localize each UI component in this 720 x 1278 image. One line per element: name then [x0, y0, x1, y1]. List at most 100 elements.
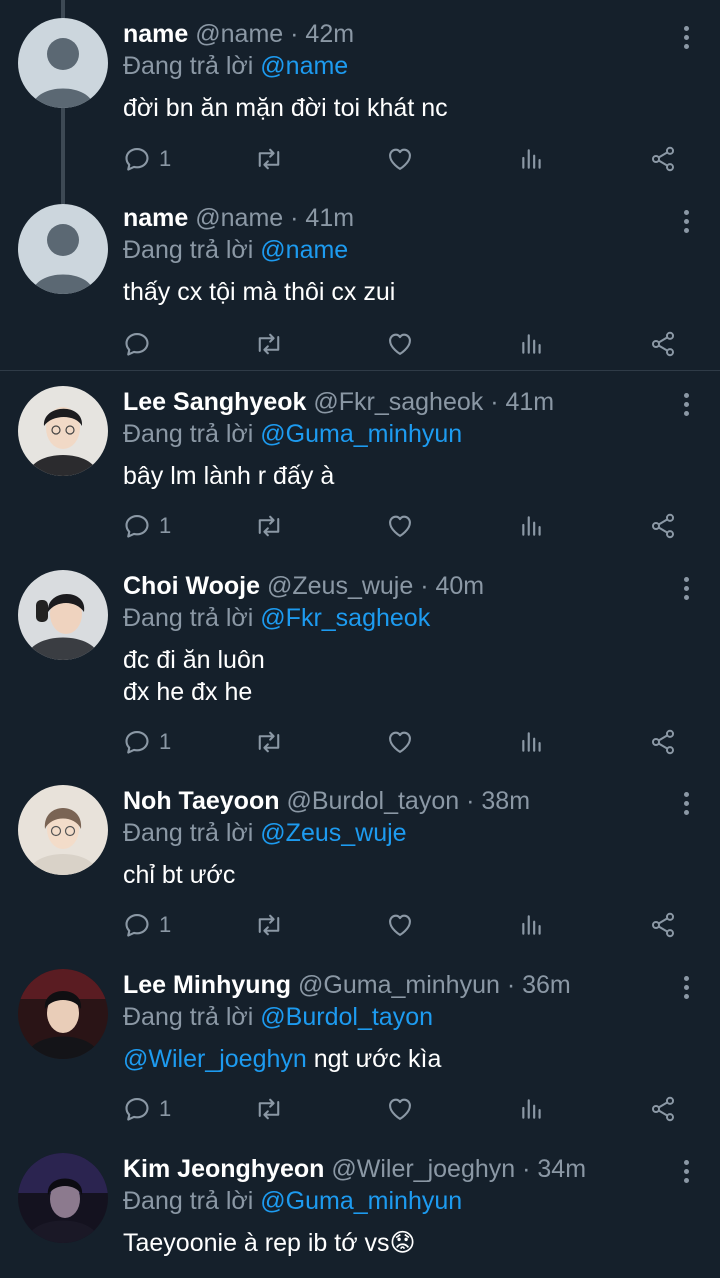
like-button[interactable]: [386, 143, 414, 175]
share-button[interactable]: [649, 909, 677, 941]
reply-button[interactable]: 1: [123, 510, 171, 542]
reply-button[interactable]: 1: [123, 143, 171, 175]
reply-icon: [125, 914, 149, 937]
more-vertical-icon[interactable]: [682, 976, 690, 1003]
user-handle[interactable]: @Guma_minhyun: [298, 971, 500, 999]
replying-to-handle[interactable]: @Guma_minhyun: [260, 1187, 462, 1215]
retweet-icon: [258, 914, 280, 936]
replying-to-handle[interactable]: @Burdol_tayon: [260, 1003, 433, 1031]
reply-button[interactable]: 1: [123, 726, 171, 758]
tweet-item[interactable]: name @name · 42m Đang trả lời @name đời …: [0, 0, 720, 204]
display-name[interactable]: Lee Sanghyeok: [123, 388, 306, 416]
default-avatar-icon: [18, 18, 108, 108]
more-vertical-icon[interactable]: [682, 26, 690, 53]
like-button[interactable]: [386, 510, 414, 542]
views-button[interactable]: [519, 909, 545, 941]
share-button[interactable]: [649, 1093, 677, 1125]
replying-to-label: Đang trả lời: [123, 1187, 254, 1215]
like-button[interactable]: [386, 1093, 414, 1125]
more-vertical-icon[interactable]: [682, 210, 690, 237]
share-button[interactable]: [649, 726, 677, 758]
thread-line: [61, 184, 65, 204]
reply-button[interactable]: 1: [123, 1093, 171, 1125]
avatar[interactable]: [18, 204, 108, 294]
replying-to-handle[interactable]: @name: [260, 52, 348, 80]
like-button[interactable]: [386, 726, 414, 758]
tweet-item[interactable]: Noh Taeyoon @Burdol_tayon · 38m Đang trả…: [0, 770, 720, 954]
avatar[interactable]: [18, 386, 108, 476]
views-button[interactable]: [519, 1093, 545, 1125]
replying-to-handle[interactable]: @Zeus_wuje: [260, 819, 406, 847]
share-button[interactable]: [649, 328, 677, 360]
display-name[interactable]: Choi Wooje: [123, 572, 260, 600]
action-bar: 1: [123, 909, 683, 941]
body-text: bây lm lành r đấy à: [123, 462, 335, 490]
tweet-item[interactable]: name @name · 41m Đang trả lời @name thấy…: [0, 184, 720, 370]
body-mention[interactable]: @Wiler_joeghyn: [123, 1045, 307, 1073]
avatar[interactable]: [18, 18, 108, 108]
tweet-header: Noh Taeyoon @Burdol_tayon · 38m: [123, 785, 660, 817]
retweet-icon: [258, 333, 280, 355]
replying-to-handle[interactable]: @name: [260, 236, 348, 264]
tweet-item[interactable]: Lee Sanghyeok @Fkr_sagheok · 41m Đang tr…: [0, 371, 720, 555]
avatar[interactable]: [18, 1153, 108, 1243]
user-handle[interactable]: @Fkr_sagheok: [313, 388, 483, 416]
views-button[interactable]: [519, 328, 545, 360]
reply-count: 1: [159, 146, 172, 171]
avatar[interactable]: [18, 785, 108, 875]
action-bar: [123, 328, 683, 360]
reply-count: 1: [159, 1096, 172, 1121]
display-name[interactable]: Noh Taeyoon: [123, 787, 279, 815]
reply-button[interactable]: [123, 328, 159, 360]
more-vertical-icon[interactable]: [682, 577, 690, 604]
user-handle[interactable]: @Burdol_tayon: [286, 787, 459, 815]
retweet-button[interactable]: [254, 909, 284, 941]
avatar[interactable]: [18, 570, 108, 660]
user-handle[interactable]: @Wiler_joeghyn: [331, 1155, 515, 1183]
tweet-header: Lee Minhyung @Guma_minhyun · 36m: [123, 969, 660, 1001]
replying-to-label: Đang trả lời: [123, 236, 254, 264]
replying-to-handle[interactable]: @Fkr_sagheok: [260, 604, 430, 632]
retweet-button[interactable]: [254, 143, 284, 175]
tweet-content: name @name · 41m Đang trả lời @name thấy…: [123, 202, 660, 308]
views-button[interactable]: [519, 510, 545, 542]
more-vertical-icon[interactable]: [682, 1160, 690, 1187]
retweet-button[interactable]: [254, 1093, 284, 1125]
user-handle[interactable]: @name: [195, 20, 283, 48]
tweet-header: name @name · 42m: [123, 18, 660, 50]
timestamp: · 41m: [490, 388, 555, 416]
action-bar: 1: [123, 1093, 683, 1125]
action-bar: 1: [123, 143, 683, 175]
profile-photo-icon: [18, 570, 108, 660]
reply-icon: [125, 731, 149, 754]
tweet-text: đời bn ăn mặn đời toi khát nc: [123, 92, 660, 124]
share-button[interactable]: [649, 143, 677, 175]
views-button[interactable]: [519, 726, 545, 758]
more-vertical-icon[interactable]: [682, 792, 690, 819]
user-handle[interactable]: @name: [195, 204, 283, 232]
reply-icon: [125, 515, 149, 538]
display-name[interactable]: name: [123, 20, 188, 48]
share-button[interactable]: [649, 510, 677, 542]
retweet-button[interactable]: [254, 510, 284, 542]
display-name[interactable]: Kim Jeonghyeon: [123, 1155, 324, 1183]
user-handle[interactable]: @Zeus_wuje: [267, 572, 413, 600]
tweet-item[interactable]: Lee Minhyung @Guma_minhyun · 36m Đang tr…: [0, 954, 720, 1138]
tweet-header: Choi Wooje @Zeus_wuje · 40m: [123, 570, 660, 602]
views-button[interactable]: [519, 143, 545, 175]
retweet-button[interactable]: [254, 726, 284, 758]
retweet-button[interactable]: [254, 328, 284, 360]
display-name[interactable]: Lee Minhyung: [123, 971, 291, 999]
like-button[interactable]: [386, 328, 414, 360]
timestamp: · 42m: [290, 20, 355, 48]
avatar[interactable]: [18, 969, 108, 1059]
display-name[interactable]: name: [123, 204, 188, 232]
reply-button[interactable]: 1: [123, 909, 171, 941]
retweet-icon: [258, 148, 280, 170]
tweet-item[interactable]: Kim Jeonghyeon @Wiler_joeghyn · 34m Đang…: [0, 1138, 720, 1278]
replying-to-handle[interactable]: @Guma_minhyun: [260, 420, 462, 448]
tweet-item[interactable]: Choi Wooje @Zeus_wuje · 40m Đang trả lời…: [0, 555, 720, 770]
like-button[interactable]: [386, 909, 414, 941]
share-icon: [651, 146, 675, 172]
more-vertical-icon[interactable]: [682, 393, 690, 420]
